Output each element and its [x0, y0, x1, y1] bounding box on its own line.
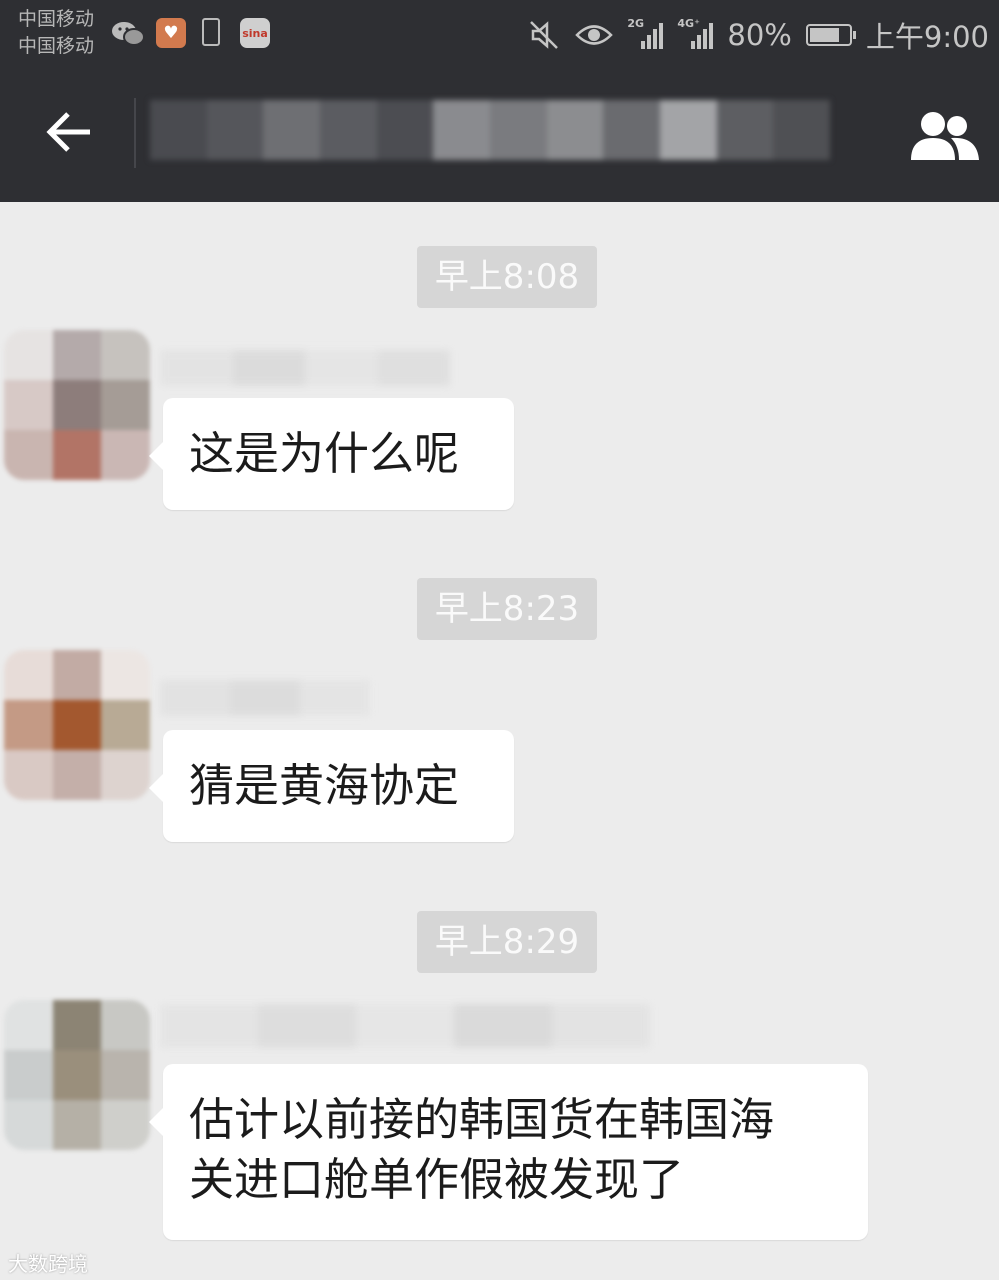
status-right: 2G 4G⁺ 80% 上午9:00: [527, 10, 989, 60]
avatar[interactable]: [4, 330, 150, 480]
message-text-line-2: 关进口舱单作假被发现了: [189, 1153, 685, 1206]
network-4g-label: 4G⁺: [677, 17, 700, 30]
carrier-1: 中国移动: [18, 8, 95, 30]
carrier-labels: 中国移动 中国移动: [18, 6, 94, 60]
time-badge: 早上8:08: [417, 246, 597, 308]
chat-header: [0, 68, 999, 202]
battery-icon: [805, 24, 856, 46]
carrier-2: 中国移动: [18, 35, 95, 57]
clock: 上午9:00: [865, 20, 989, 54]
signal-2g-icon: 2G: [627, 17, 664, 49]
group-members-icon: [911, 112, 979, 160]
sender-name-blurred: [160, 350, 450, 386]
wechat-icon: [110, 18, 146, 50]
avatar[interactable]: [4, 650, 150, 800]
heart-app-icon: ♥: [156, 18, 186, 48]
battery-percent: 80%: [727, 18, 792, 52]
sina-weibo-icon: sina: [240, 18, 270, 48]
time-badge: 早上8:23: [417, 578, 597, 640]
sender-name-blurred: [160, 1004, 650, 1048]
chat-title-blurred: [150, 100, 831, 160]
message-bubble[interactable]: 猜是黄海协定: [149, 730, 514, 842]
back-button[interactable]: [40, 106, 100, 166]
avatar[interactable]: [4, 1000, 150, 1150]
message-text: 猜是黄海协定: [189, 759, 460, 812]
eye-care-icon: [575, 25, 614, 45]
time-badge: 早上8:29: [417, 911, 597, 973]
message-bubble[interactable]: 估计以前接的韩国货在韩国海 关进口舱单作假被发现了: [149, 1064, 868, 1240]
message-text: 这是为什么呢: [189, 427, 460, 480]
mute-icon: [530, 21, 559, 49]
network-2g-label: 2G: [627, 17, 645, 30]
message-bubble[interactable]: 这是为什么呢: [149, 398, 514, 510]
arrow-left-icon: [46, 112, 90, 152]
sender-name-blurred: [160, 680, 370, 716]
battery-saver-icon: [202, 18, 220, 46]
message-text-line-1: 估计以前接的韩国货在韩国海: [189, 1093, 775, 1146]
watermark: 大数跨境: [8, 1252, 88, 1276]
signal-4g-icon: 4G⁺: [677, 17, 714, 49]
group-members-button[interactable]: [905, 106, 985, 166]
header-divider: [134, 98, 136, 168]
status-bar: 中国移动 中国移动 ♥ sina 2G 4G⁺ 80% 上午9:00: [0, 0, 999, 68]
